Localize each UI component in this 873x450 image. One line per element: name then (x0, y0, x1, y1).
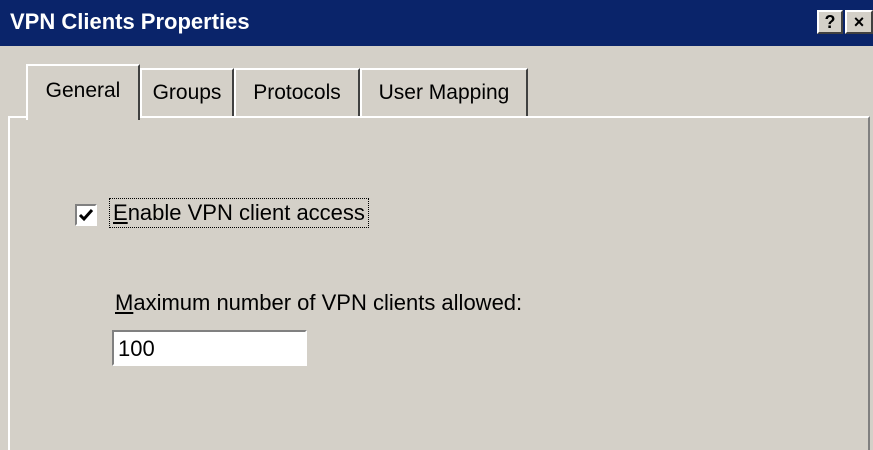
tab-groups[interactable]: Groups (140, 68, 234, 116)
vpn-clients-properties-dialog: VPN Clients Properties ? × General Group… (0, 0, 873, 450)
enable-vpn-label-accesskey: E (113, 200, 128, 225)
max-clients-label-accesskey: M (115, 290, 134, 315)
title-bar[interactable]: VPN Clients Properties ? × (0, 0, 873, 46)
tab-panel-general (8, 116, 870, 450)
checkmark-icon (78, 209, 94, 222)
enable-vpn-checkbox[interactable] (75, 204, 97, 226)
dialog-body: General Groups Protocols User Mapping En… (0, 46, 873, 450)
tab-general[interactable]: General (26, 64, 140, 120)
enable-vpn-label[interactable]: Enable VPN client access (109, 198, 369, 228)
max-clients-input[interactable]: 100 (112, 330, 307, 366)
help-button[interactable]: ? (817, 10, 843, 34)
enable-vpn-label-text: nable VPN client access (127, 200, 365, 225)
tab-protocols[interactable]: Protocols (234, 68, 360, 116)
tab-user-mapping[interactable]: User Mapping (360, 68, 528, 116)
max-clients-label: Maximum number of VPN clients allowed: (115, 290, 522, 316)
max-clients-label-text: aximum number of VPN clients allowed: (133, 290, 523, 315)
close-button[interactable]: × (845, 10, 873, 34)
dialog-title: VPN Clients Properties (10, 9, 250, 34)
